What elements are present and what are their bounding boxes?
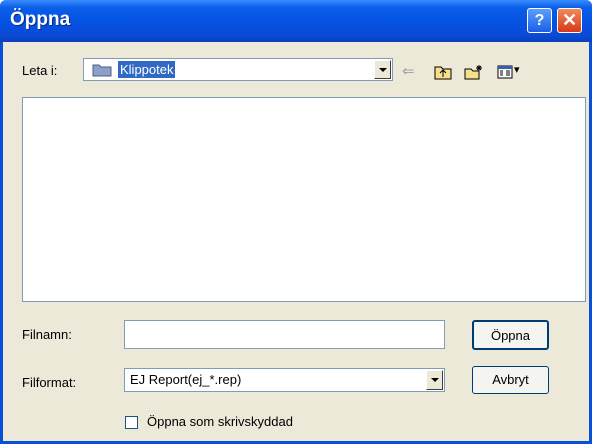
chevron-down-icon[interactable]: ▾ (514, 63, 520, 79)
cancel-button[interactable]: Avbryt (472, 366, 549, 394)
dialog-title: Öppna (10, 9, 71, 30)
read-only-label[interactable]: Öppna som skrivskyddad (147, 414, 293, 429)
file-type-dropdown-button[interactable] (426, 370, 443, 390)
back-icon[interactable]: ⇐ (402, 62, 415, 80)
close-button[interactable]: ✕ (557, 8, 582, 33)
read-only-checkbox[interactable] (125, 416, 138, 429)
file-name-label: Filnamn: (22, 327, 72, 342)
look-in-combo[interactable]: Klippotek (83, 58, 393, 81)
file-type-value: EJ Report(ej_*.rep) (130, 372, 242, 387)
look-in-value: Klippotek (118, 61, 176, 78)
look-in-dropdown-button[interactable] (374, 60, 391, 79)
look-in-label: Leta i: (22, 63, 58, 78)
folder-icon (92, 64, 112, 77)
open-dialog: Öppna ? ✕ Leta i: Klippotek ⇐ ▾ Filnamn:… (0, 0, 592, 444)
file-name-input[interactable] (124, 320, 445, 349)
view-menu-icon[interactable] (497, 64, 513, 80)
title-bar[interactable]: Öppna ? ✕ (0, 0, 592, 42)
file-type-combo[interactable]: EJ Report(ej_*.rep) (124, 368, 445, 392)
help-button[interactable]: ? (527, 8, 552, 33)
up-folder-icon[interactable] (434, 64, 452, 80)
new-folder-icon[interactable] (464, 64, 484, 80)
file-type-label: Filformat: (22, 375, 77, 390)
open-button[interactable]: Öppna (472, 320, 549, 350)
file-list[interactable] (22, 97, 586, 302)
